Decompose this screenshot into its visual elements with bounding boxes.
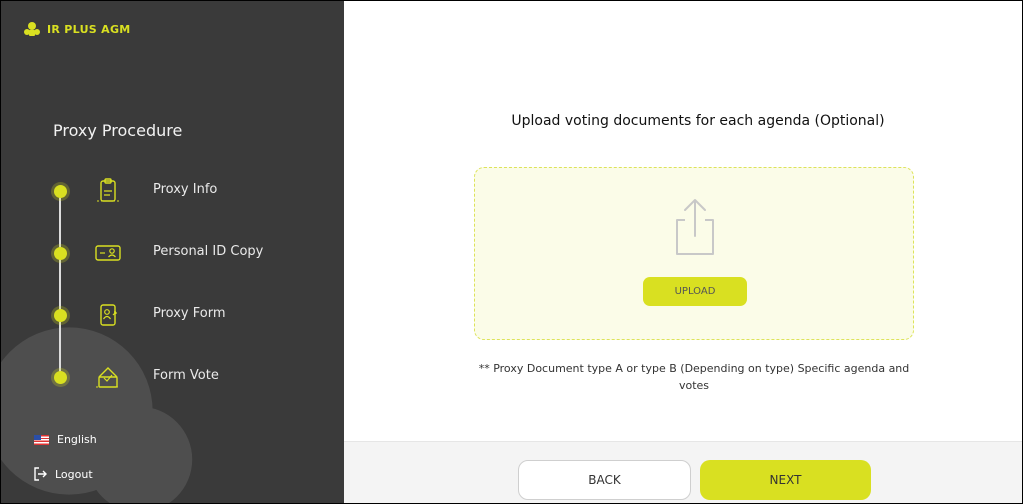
logout-button[interactable]: Logout (33, 467, 93, 481)
step-label: Proxy Info (153, 182, 218, 197)
back-button[interactable]: BACK (518, 460, 691, 500)
procedure-title: Proxy Procedure (53, 121, 183, 140)
user-document-icon (100, 304, 117, 326)
main-panel: Upload voting documents for each agenda … (344, 1, 1022, 503)
upload-icon (676, 199, 714, 255)
clipboard-icon (97, 178, 119, 202)
id-card-icon (95, 245, 121, 261)
step-label: Personal ID Copy (153, 244, 264, 259)
language-selector[interactable]: English (34, 433, 97, 446)
step-label: Proxy Form (153, 306, 226, 321)
app-logo[interactable]: IR PLUS AGM (23, 21, 131, 37)
upload-dropzone[interactable]: UPLOAD (474, 167, 914, 340)
language-label: English (57, 433, 97, 446)
logout-icon (34, 467, 47, 481)
logo-text: IR PLUS AGM (47, 22, 131, 36)
next-button[interactable]: NEXT (700, 460, 871, 500)
document-note: ** Proxy Document type A or type B (Depe… (478, 362, 910, 392)
steps-connector (59, 191, 61, 381)
sidebar: IR PLUS AGM Proxy Procedure Proxy Info P… (1, 1, 344, 503)
step-dot (54, 371, 67, 384)
us-flag-icon (34, 434, 49, 445)
globe-watermark-icon (1, 327, 193, 503)
ballot-box-icon (96, 367, 120, 388)
step-label: Form Vote (153, 368, 219, 383)
app-window: IR PLUS AGM Proxy Procedure Proxy Info P… (0, 0, 1023, 504)
step-proxy-form[interactable]: Proxy Form (51, 301, 331, 331)
page-heading: Upload voting documents for each agenda … (511, 113, 885, 129)
step-proxy-info[interactable]: Proxy Info (51, 177, 331, 207)
logout-label: Logout (55, 467, 93, 481)
step-dot (54, 185, 67, 198)
step-personal-id-copy[interactable]: Personal ID Copy (51, 239, 331, 269)
logo-icon (24, 22, 40, 36)
footer-bar: BACK NEXT (344, 441, 1022, 503)
upload-button[interactable]: UPLOAD (643, 277, 747, 306)
step-dot (54, 309, 67, 322)
step-dot (54, 247, 67, 260)
step-form-vote[interactable]: Form Vote (51, 363, 331, 393)
